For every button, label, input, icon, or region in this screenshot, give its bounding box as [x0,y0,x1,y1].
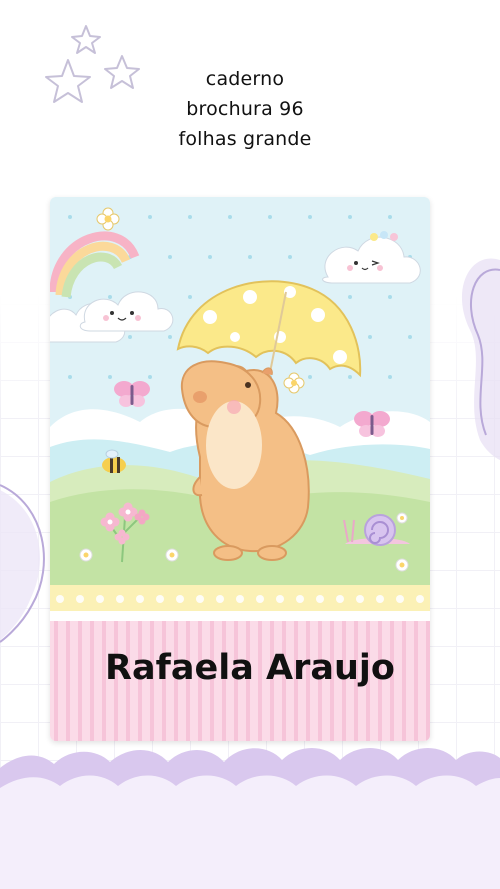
title-line-3: folhas grande [178,128,312,150]
cover-name: Rafaela Araujo [105,648,395,688]
title-line-2: brochura 96 [186,98,304,120]
product-title: caderno brochura 96 folhas grande [120,64,370,154]
star-outline-icon [71,25,101,54]
swirl-decoration-icon [461,258,500,460]
star-outline-icon [45,59,91,103]
title-line-1: caderno [205,68,285,90]
bottom-cloud-decoration-icon [0,748,500,889]
